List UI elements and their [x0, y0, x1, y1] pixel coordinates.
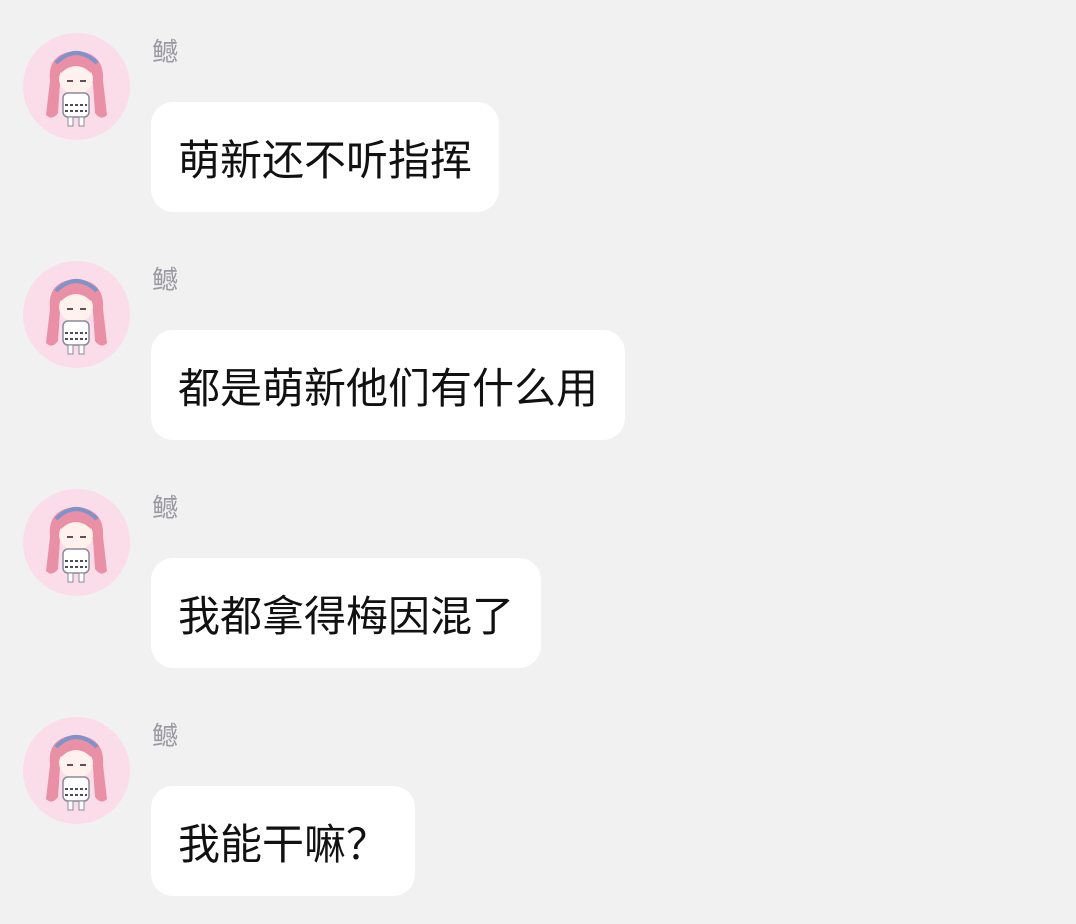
message-bubble[interactable]: 萌新还不听指挥 [151, 102, 500, 212]
sender-name: 鳡 [152, 38, 179, 68]
message-bubble[interactable]: 我都拿得梅因混了 [151, 558, 542, 668]
sender-avatar[interactable] [23, 489, 130, 596]
sender-avatar[interactable] [23, 261, 130, 368]
sender-avatar[interactable] [23, 33, 130, 140]
sender-name: 鳡 [152, 722, 179, 752]
message-row: 鳡 萌新还不听指挥 [0, 33, 1076, 223]
message-row: 鳡 我都拿得梅因混了 [0, 489, 1076, 679]
anime-girl-avatar-icon [23, 33, 130, 140]
message-row: 鳡 我能干嘛？ [0, 717, 1076, 907]
anime-girl-avatar-icon [23, 717, 130, 824]
anime-girl-avatar-icon [23, 489, 130, 596]
message-bubble[interactable]: 我能干嘛？ [151, 786, 416, 896]
sender-name: 鳡 [152, 494, 179, 524]
sender-name: 鳡 [152, 266, 179, 296]
anime-girl-avatar-icon [23, 261, 130, 368]
message-bubble[interactable]: 都是萌新他们有什么用 [151, 330, 626, 440]
chat-message-list: 鳡 萌新还不听指挥 鳡 都是萌新他们有什么用 鳡 我都拿得梅因混了 鳡 我能干嘛… [0, 0, 1076, 924]
message-row: 鳡 都是萌新他们有什么用 [0, 261, 1076, 451]
sender-avatar[interactable] [23, 717, 130, 824]
